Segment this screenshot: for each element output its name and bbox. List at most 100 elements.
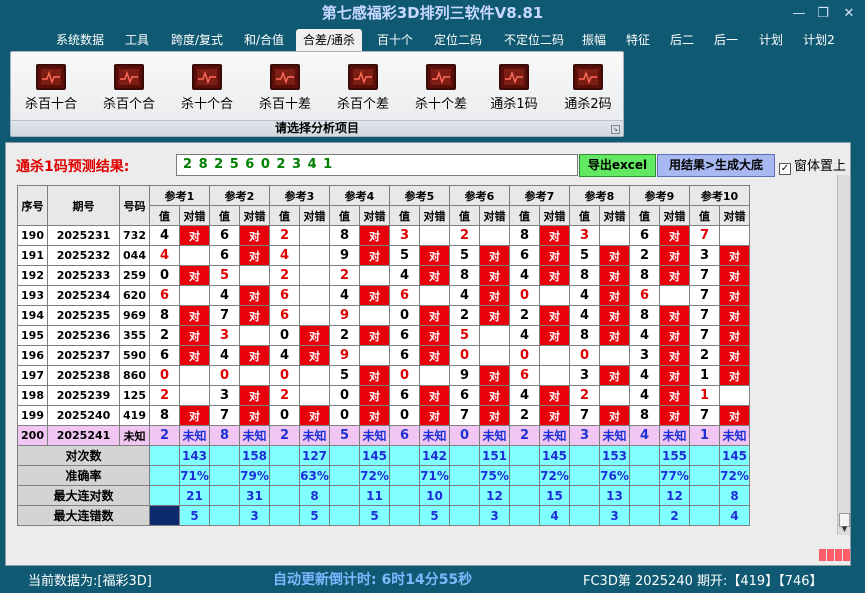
- cell-hit: [239, 365, 270, 386]
- cell-hit: 对: [299, 325, 330, 346]
- table-row[interactable]: 195 2025236 355 2 对 3 0 对 2 对 6 对 5 4 对 8 对 4 对 7 对: [17, 325, 750, 346]
- table-row[interactable]: 193 2025234 620 6 4 对 6 4 对 6 4 对 0 4 对 6 7 对: [17, 285, 750, 306]
- cell-value: 2: [509, 305, 540, 326]
- stats-value: 12: [659, 485, 690, 506]
- table-row[interactable]: 192 2025233 259 0 对 5 2 2 4 对 8 对 4 对 8 对 8 对 7 对: [17, 265, 750, 286]
- menu-item-4[interactable]: 合差/通杀: [296, 29, 362, 51]
- header-value: 值: [269, 205, 300, 226]
- cell-hit: 对: [599, 245, 630, 266]
- prediction-row[interactable]: 200 2025241 未知 2 未知 8 未知 2 未知 5 未知 6 未知 0 未知 2 未知 3 未知 4 未知 1…: [17, 425, 750, 446]
- cell-value: 9: [329, 305, 360, 326]
- export-excel-button[interactable]: 导出excel: [579, 154, 656, 177]
- cell-hit: 对: [659, 405, 690, 426]
- cell-value: 4: [209, 285, 240, 306]
- cell-hit: 对: [719, 365, 750, 386]
- cell-value: 0: [389, 405, 420, 426]
- cell-hit: 对: [659, 365, 690, 386]
- menu-item-10[interactable]: 后二: [663, 29, 701, 51]
- chart-monitor-icon: [270, 64, 300, 90]
- header-seq: 序号: [17, 185, 48, 226]
- row-period: 2025240: [47, 405, 120, 426]
- cell-hit: [419, 225, 450, 246]
- cell-value: 4: [149, 245, 180, 266]
- ribbon-tool-2[interactable]: 杀十个合: [170, 64, 244, 114]
- ribbon-tool-1[interactable]: 杀百个合: [92, 64, 166, 114]
- cell-value: 7: [689, 305, 720, 326]
- menu-item-11[interactable]: 后一: [707, 29, 745, 51]
- cell-hit: 对: [659, 265, 690, 286]
- menu-item-2[interactable]: 跨度/复式: [162, 29, 232, 51]
- row-seq: 191: [17, 245, 48, 266]
- cell-hit: 对: [539, 265, 570, 286]
- stats-spacer: [689, 505, 720, 526]
- scroll-down-arrow-icon[interactable]: ▼: [839, 525, 850, 535]
- progress-indicator: [819, 546, 853, 561]
- cell-value: 0: [329, 405, 360, 426]
- menu-item-8[interactable]: 振幅: [576, 29, 612, 51]
- cell-value: 6: [509, 245, 540, 266]
- cell-value: 4: [209, 345, 240, 366]
- header-group: 参考9: [629, 185, 690, 206]
- stats-value: 4: [539, 505, 570, 526]
- stats-value: 11: [359, 485, 390, 506]
- cell-hit: 对: [299, 345, 330, 366]
- close-button[interactable]: ✕: [838, 6, 860, 22]
- ribbon-tool-7[interactable]: 通杀2码: [551, 64, 625, 114]
- cell-hit: 对: [479, 405, 510, 426]
- table-row[interactable]: 196 2025237 590 6 对 4 对 4 对 9 6 对 0 0 0 3 对 2 对: [17, 345, 750, 366]
- stats-value: 71%: [419, 465, 450, 486]
- cell-value: 4: [269, 245, 300, 266]
- cell-value: 4: [449, 285, 480, 306]
- table-row[interactable]: 191 2025232 044 4 6 对 4 9 对 5 对 5 对 6 对 5 对 2 对 3 对: [17, 245, 750, 266]
- minimize-button[interactable]: —: [788, 6, 810, 22]
- menu-item-0[interactable]: 系统数据: [47, 29, 113, 51]
- menu-item-5[interactable]: 百十个: [370, 29, 420, 51]
- cell-hit: 对: [719, 405, 750, 426]
- ribbon-tool-5[interactable]: 杀十个差: [404, 64, 478, 114]
- table-row[interactable]: 199 2025240 419 8 对 7 对 0 对 0 对 0 对 7 对 2 对 7 对 8 对 7 对: [17, 405, 750, 426]
- row-seq: 197: [17, 365, 48, 386]
- cell-hit: [599, 345, 630, 366]
- cell-value: 4: [509, 265, 540, 286]
- generate-base-button[interactable]: 用结果>生成大底: [657, 154, 775, 177]
- table-row[interactable]: 197 2025238 860 0 0 0 5 对 0 9 对 6 3 对 4 对 1 对: [17, 365, 750, 386]
- row-code: 620: [119, 285, 150, 306]
- cell-hit: 对: [239, 405, 270, 426]
- stats-value: 8: [299, 485, 330, 506]
- menu-item-7[interactable]: 不定位二码: [496, 29, 572, 51]
- prediction-value: 2: [509, 425, 540, 446]
- menu-item-1[interactable]: 工具: [118, 29, 156, 51]
- ribbon-tool-3[interactable]: 杀百十差: [248, 64, 322, 114]
- stats-value: 4: [719, 505, 750, 526]
- cell-hit: 对: [659, 325, 690, 346]
- checkbox-check-icon[interactable]: ✓: [779, 163, 791, 175]
- cell-value: 7: [209, 305, 240, 326]
- prediction-result-field[interactable]: 2 8 2 5 6 0 2 3 4 1: [176, 154, 578, 176]
- header-hit: 对错: [359, 205, 390, 226]
- window-topmost-checkbox[interactable]: ✓ 窗体置上: [779, 155, 846, 175]
- stats-spacer: [389, 445, 420, 466]
- ribbon-tool-0[interactable]: 杀百十合: [14, 64, 88, 114]
- restore-button[interactable]: ❐: [812, 6, 834, 22]
- cell-hit: 对: [539, 385, 570, 406]
- vertical-scrollbar[interactable]: ▼: [837, 175, 850, 535]
- menu-item-13[interactable]: 计划2: [797, 29, 841, 51]
- menu-item-12[interactable]: 计划: [752, 29, 790, 51]
- stats-value: 143: [179, 445, 210, 466]
- table-row[interactable]: 190 2025231 732 4 对 6 对 2 8 对 3 2 8 对 3 6 对 7: [17, 225, 750, 246]
- cell-value: 9: [329, 345, 360, 366]
- row-code: 125: [119, 385, 150, 406]
- ribbon-caption: 请选择分析项目: [11, 120, 623, 136]
- ribbon-tool-6[interactable]: 通杀1码: [477, 64, 551, 114]
- cell-hit: 对: [179, 225, 210, 246]
- menu-item-9[interactable]: 特征: [619, 29, 657, 51]
- menu-item-6[interactable]: 定位二码: [427, 29, 489, 51]
- ribbon-tool-4[interactable]: 杀百个差: [326, 64, 400, 114]
- table-row[interactable]: 198 2025239 125 2 3 对 2 0 对 6 对 6 对 4 对 2 4 对 1: [17, 385, 750, 406]
- cell-value: 7: [209, 405, 240, 426]
- table-row[interactable]: 194 2025235 969 8 对 7 对 6 9 0 对 2 对 2 对 4 对 8 对 7 对: [17, 305, 750, 326]
- ribbon-launcher-icon[interactable]: ↘: [611, 125, 620, 134]
- menu-item-3[interactable]: 和/合值: [236, 29, 292, 51]
- header-group: 参考2: [209, 185, 270, 206]
- cell-hit: 对: [659, 385, 690, 406]
